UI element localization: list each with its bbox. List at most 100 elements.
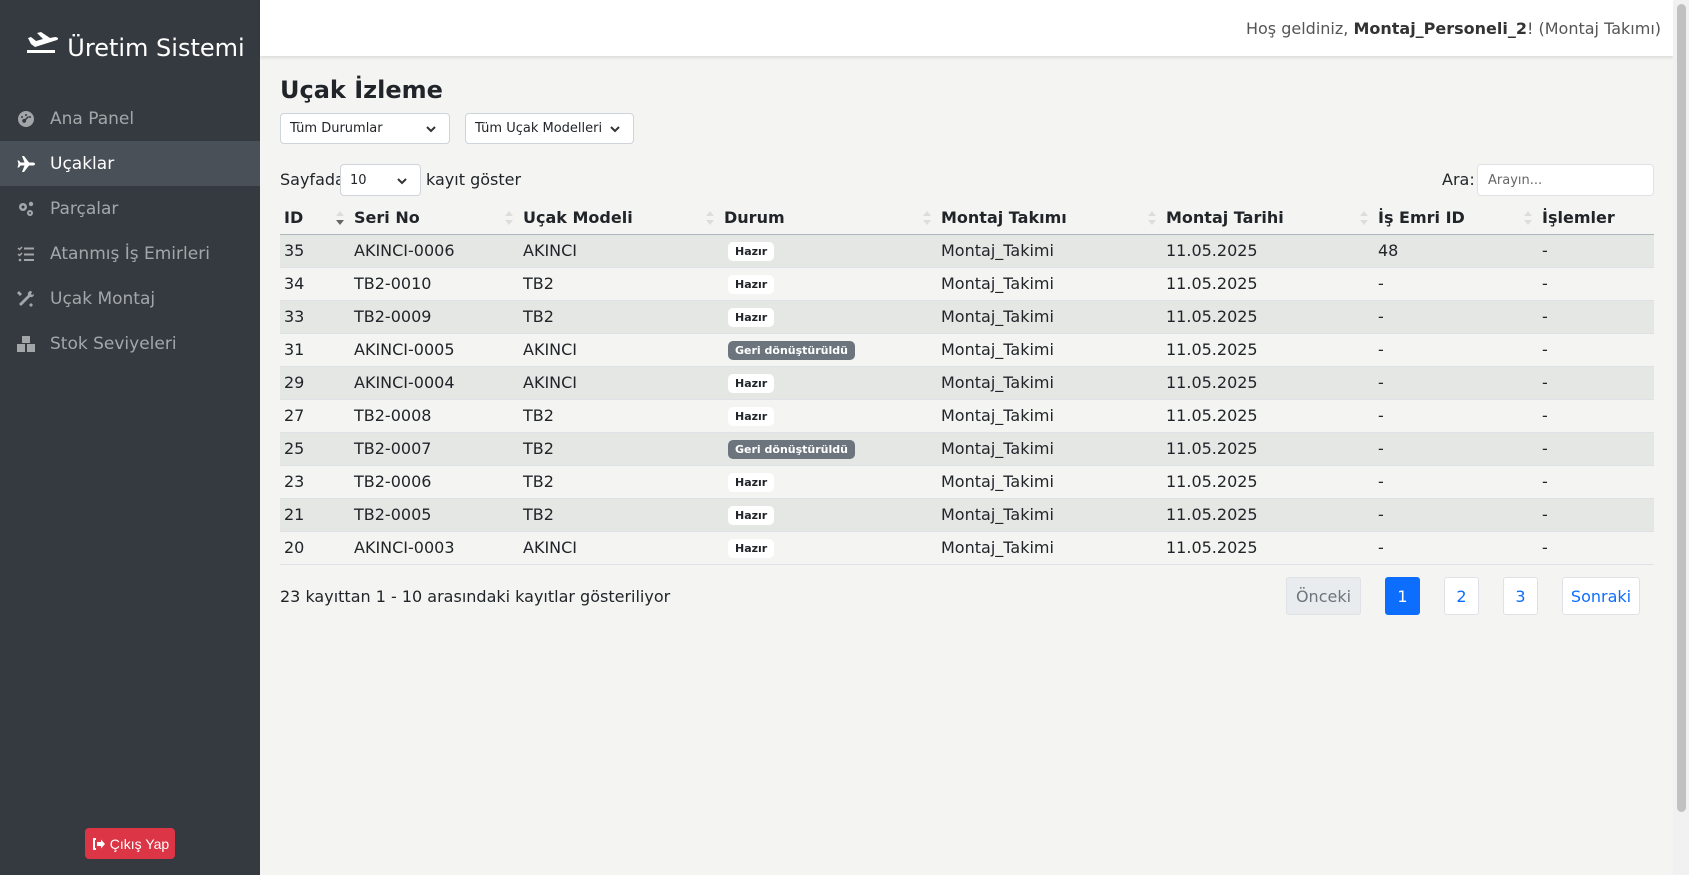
topbar: Hoş geldiniz, Montaj_Personeli_2 ! (Mont… [260,0,1673,56]
cell-seri-no: TB2-0007 [350,432,519,466]
cell-montaj-takimi: Montaj_Takimi [937,333,1162,367]
cell-id: 29 [280,366,350,400]
page-length-value: 10 [350,172,367,188]
cell-is-emri-id: - [1374,333,1538,367]
tools-icon [14,289,38,309]
cell-montaj-takimi: Montaj_Takimi [937,531,1162,565]
page-length-select[interactable]: 10 [340,164,421,196]
status-filter-select[interactable]: Tüm Durumlar [280,113,450,144]
sort-icon [706,211,714,225]
column-header-label: Montaj Tarihi [1166,207,1284,227]
status-badge: Hazır [728,374,775,393]
cell-is-emri-id: - [1374,432,1538,466]
cell-montaj-tarihi: 11.05.2025 [1162,465,1374,499]
sidebar-item-label: Atanmış İş Emirleri [50,243,210,264]
sort-icon [1524,211,1532,225]
chevron-down-icon [609,123,621,135]
cell-islemler: - [1538,432,1654,466]
brand-title: Üretim Sistemi [67,34,245,62]
plane-icon [14,154,38,174]
pagination-next[interactable]: Sonraki [1562,577,1640,615]
cell-id: 33 [280,300,350,334]
cell-durum: Hazır [720,465,937,499]
column-header-seri-no[interactable]: Seri No [350,201,519,235]
model-filter-select[interactable]: Tüm Uçak Modelleri [465,113,634,144]
table-row: 21 TB2-0005 TB2 Hazır Montaj_Takimi 11.05.202… [280,498,1654,532]
cell-ucak-modeli: TB2 [519,498,720,532]
cell-ucak-modeli: TB2 [519,300,720,334]
column-header-id[interactable]: ID [280,201,350,235]
cell-id: 35 [280,234,350,268]
column-header-montaj-tarihi[interactable]: Montaj Tarihi [1162,201,1374,235]
table-row: 25 TB2-0007 TB2 Geri dönüştürüldü Montaj_Tak… [280,432,1654,466]
table-header-row: ID Seri No Uçak Modeli Durum Montaj Takı… [280,201,1654,235]
status-badge: Hazır [728,407,775,426]
cell-islemler: - [1538,531,1654,565]
plane-departure-icon [25,32,59,64]
column-header-label: İş Emri ID [1378,207,1465,227]
cell-islemler: - [1538,234,1654,268]
sidebar-item-ana-panel[interactable]: Ana Panel [0,96,260,141]
cell-id: 20 [280,531,350,565]
pagination-page-3[interactable]: 3 [1503,577,1538,615]
pagination-page-1[interactable]: 1 [1385,577,1420,615]
cell-durum: Hazır [720,531,937,565]
cell-is-emri-id: 48 [1374,234,1538,268]
search-input[interactable] [1477,164,1654,196]
cell-islemler: - [1538,300,1654,334]
column-header-label: Durum [724,207,785,227]
cell-is-emri-id: - [1374,300,1538,334]
chevron-down-icon [396,175,408,187]
cell-ucak-modeli: AKINCI [519,333,720,367]
pagination-page-2[interactable]: 2 [1444,577,1479,615]
cell-seri-no: TB2-0005 [350,498,519,532]
cell-montaj-tarihi: 11.05.2025 [1162,366,1374,400]
pagination-previous[interactable]: Önceki [1286,577,1361,615]
cell-ucak-modeli: TB2 [519,432,720,466]
sidebar-item-atanmis-is-emirleri[interactable]: Atanmış İş Emirleri [0,231,260,276]
cell-seri-no: TB2-0008 [350,399,519,433]
cell-durum: Hazır [720,399,937,433]
cell-durum: Geri dönüştürüldü [720,432,937,466]
cell-montaj-takimi: Montaj_Takimi [937,234,1162,268]
logout-button[interactable]: Çıkış Yap [85,828,175,859]
cell-montaj-takimi: Montaj_Takimi [937,498,1162,532]
sign-out-icon [91,837,105,851]
column-header-is-emri-id[interactable]: İş Emri ID [1374,201,1538,235]
sidebar: Üretim Sistemi Ana Panel Uçaklar Parçala… [0,0,260,875]
sort-desc-icon [336,211,344,225]
sidebar-item-parcalar[interactable]: Parçalar [0,186,260,231]
cell-ucak-modeli: AKINCI [519,366,720,400]
brand[interactable]: Üretim Sistemi [0,0,260,96]
column-header-montaj-takimi[interactable]: Montaj Takımı [937,201,1162,235]
cell-montaj-takimi: Montaj_Takimi [937,366,1162,400]
status-filter-value: Tüm Durumlar [290,121,383,136]
sidebar-item-stok-seviyeleri[interactable]: Stok Seviyeleri [0,321,260,366]
cell-montaj-tarihi: 11.05.2025 [1162,300,1374,334]
cell-is-emri-id: - [1374,366,1538,400]
column-header-durum[interactable]: Durum [720,201,937,235]
cell-is-emri-id: - [1374,399,1538,433]
cell-is-emri-id: - [1374,267,1538,301]
status-badge: Hazır [728,473,775,492]
sidebar-item-ucaklar[interactable]: Uçaklar [0,141,260,186]
model-filter-value: Tüm Uçak Modelleri [475,121,603,136]
cell-durum: Hazır [720,234,937,268]
table-body: 35 AKINCI-0006 AKINCI Hazır Montaj_Takimi 11.… [280,234,1654,565]
cell-id: 27 [280,399,350,433]
sidebar-item-ucak-montaj[interactable]: Uçak Montaj [0,276,260,321]
cell-durum: Hazır [720,300,937,334]
cell-id: 21 [280,498,350,532]
page-scrollbar-thumb[interactable] [1677,4,1686,812]
cell-durum: Hazır [720,366,937,400]
gauge-icon [14,109,38,129]
cell-ucak-modeli: TB2 [519,399,720,433]
cell-seri-no: TB2-0006 [350,465,519,499]
cell-seri-no: AKINCI-0006 [350,234,519,268]
aircraft-table: ID Seri No Uçak Modeli Durum Montaj Takı… [280,201,1654,565]
column-header-ucak-modeli[interactable]: Uçak Modeli [519,201,720,235]
column-header-label: İşlemler [1542,207,1615,227]
cell-durum: Geri dönüştürüldü [720,333,937,367]
length-suffix: kayıt göster [426,170,522,189]
status-badge: Hazır [728,275,775,294]
